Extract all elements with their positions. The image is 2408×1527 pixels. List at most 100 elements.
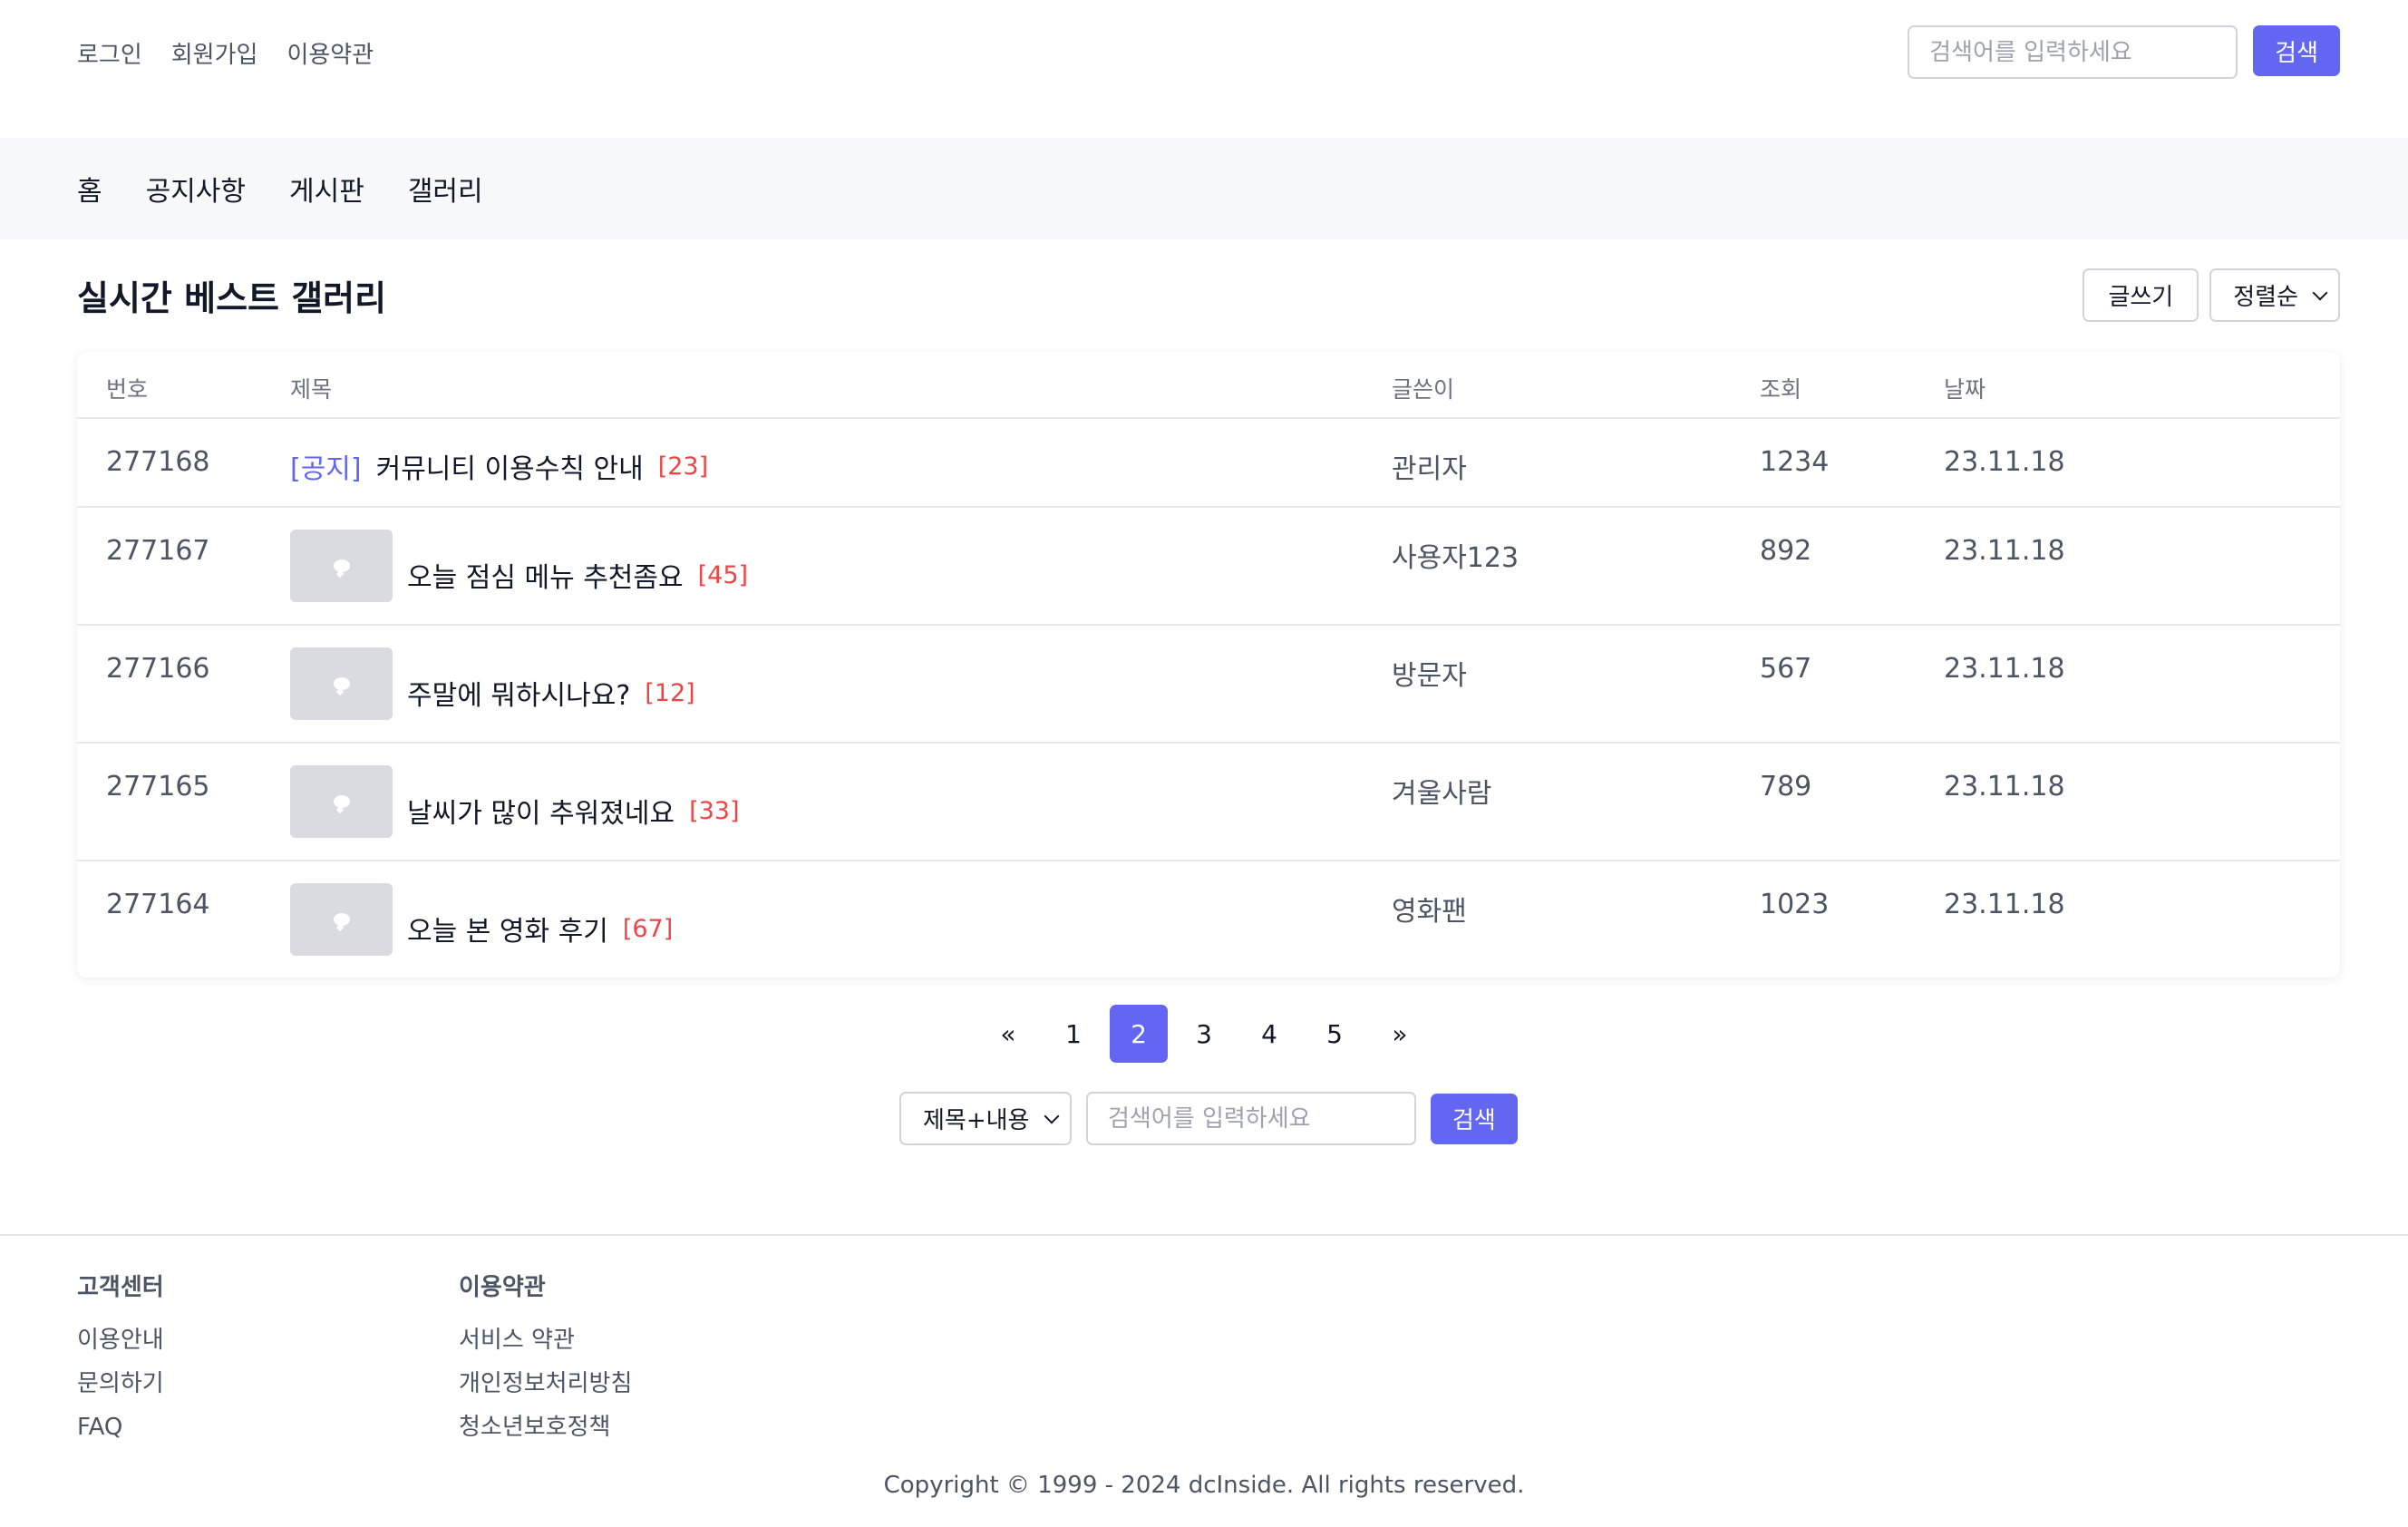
post-date: 23.11.18 bbox=[1944, 535, 2065, 567]
post-author: 영화팬 bbox=[1392, 896, 1467, 928]
header-num: 번호 bbox=[106, 376, 149, 403]
post-date: 23.11.18 bbox=[1944, 653, 2065, 685]
comment-count: [67] bbox=[622, 914, 674, 943]
comment-count: [23] bbox=[657, 452, 709, 481]
board-search: 제목+내용 검색 bbox=[899, 1092, 1518, 1145]
table-row[interactable]: 277164 오늘 본 영화 후기 [67] 영화팬 1023 23.11.18 bbox=[77, 861, 2340, 977]
post-views: 1234 bbox=[1760, 446, 1830, 478]
page-button-1[interactable]: 1 bbox=[1044, 1005, 1102, 1063]
post-views: 1023 bbox=[1760, 889, 1830, 920]
table-row[interactable]: 277167 오늘 점심 메뉴 추천좀요 [45] 사용자123 892 23.… bbox=[77, 508, 2340, 626]
header-views: 조회 bbox=[1760, 376, 1802, 403]
post-views: 892 bbox=[1760, 535, 1812, 567]
header-search: 검색 bbox=[1908, 25, 2340, 79]
top-bar: 로그인 회원가입 이용약관 검색 bbox=[0, 0, 2408, 138]
footer-column-support: 고객센터 이용안내 문의하기 FAQ bbox=[77, 1269, 164, 1449]
pagination: « 1 2 3 4 5 » bbox=[0, 1005, 2408, 1063]
image-placeholder-icon bbox=[333, 559, 350, 572]
page-title: 실시간 베스트 갤러리 bbox=[77, 278, 387, 318]
chevron-down-icon bbox=[2312, 285, 2328, 300]
post-title-cell: 오늘 점심 메뉴 추천좀요 [45] bbox=[290, 530, 748, 602]
sort-select-label: 정렬순 bbox=[2233, 284, 2298, 311]
page-prev-button[interactable]: « bbox=[979, 1005, 1037, 1063]
post-number: 277166 bbox=[106, 653, 210, 685]
footer-link[interactable]: 문의하기 bbox=[77, 1362, 164, 1405]
post-date: 23.11.18 bbox=[1944, 771, 2065, 802]
footer-heading: 이용약관 bbox=[459, 1274, 546, 1301]
table-row[interactable]: 277165 날씨가 많이 추워졌네요 [33] 겨울사람 789 23.11.… bbox=[77, 744, 2340, 861]
table-row[interactable]: 277168 [공지] 커뮤니티 이용수칙 안내 [23] 관리자 1234 2… bbox=[77, 419, 2340, 508]
footer-link[interactable]: FAQ bbox=[77, 1405, 164, 1449]
page-next-button[interactable]: » bbox=[1371, 1005, 1429, 1063]
title-row: 실시간 베스트 갤러리 글쓰기 정렬순 bbox=[0, 239, 2408, 352]
board-search-input[interactable] bbox=[1086, 1092, 1416, 1145]
post-views: 789 bbox=[1760, 771, 1812, 802]
post-number: 277167 bbox=[106, 535, 210, 567]
nav-item-board[interactable]: 게시판 bbox=[289, 169, 364, 209]
comment-count: [12] bbox=[645, 678, 695, 707]
post-thumbnail[interactable] bbox=[290, 647, 393, 720]
post-title-link[interactable]: 오늘 본 영화 후기 bbox=[407, 909, 608, 948]
post-title-cell: 주말에 뭐하시나요? [12] bbox=[290, 647, 695, 720]
table-row[interactable]: 277166 주말에 뭐하시나요? [12] 방문자 567 23.11.18 bbox=[77, 626, 2340, 744]
write-button[interactable]: 글쓰기 bbox=[2083, 268, 2199, 322]
post-author: 관리자 bbox=[1392, 453, 1467, 485]
sort-select[interactable]: 정렬순 bbox=[2209, 268, 2340, 322]
post-thumbnail[interactable] bbox=[290, 530, 393, 602]
title-actions: 글쓰기 정렬순 bbox=[2083, 268, 2340, 322]
post-number: 277164 bbox=[106, 889, 210, 920]
post-thumbnail[interactable] bbox=[290, 765, 393, 838]
top-links: 로그인 회원가입 이용약관 bbox=[77, 36, 374, 70]
header-search-input[interactable] bbox=[1908, 25, 2238, 79]
login-link[interactable]: 로그인 bbox=[77, 36, 142, 70]
signup-link[interactable]: 회원가입 bbox=[171, 36, 258, 70]
footer-link[interactable]: 개인정보처리방침 bbox=[459, 1362, 632, 1405]
header-author: 글쓴이 bbox=[1392, 376, 1455, 403]
header-search-button[interactable]: 검색 bbox=[2253, 25, 2340, 76]
post-title-cell: 오늘 본 영화 후기 [67] bbox=[290, 883, 673, 956]
footer-link[interactable]: 이용안내 bbox=[77, 1318, 164, 1362]
post-views: 567 bbox=[1760, 653, 1812, 685]
nav-item-notice[interactable]: 공지사항 bbox=[146, 169, 246, 209]
post-author: 겨울사람 bbox=[1392, 778, 1492, 810]
search-scope-label: 제목+내용 bbox=[923, 1107, 1030, 1134]
main-nav: 홈 공지사항 게시판 갤러리 bbox=[0, 138, 2408, 239]
header-title: 제목 bbox=[290, 376, 333, 403]
notice-badge: [공지] bbox=[290, 453, 362, 485]
footer: 고객센터 이용안내 문의하기 FAQ 이용약관 서비스 약관 개인정보처리방침 … bbox=[0, 1234, 2408, 1527]
post-author: 방문자 bbox=[1392, 660, 1467, 692]
footer-link[interactable]: 청소년보호정책 bbox=[459, 1405, 632, 1449]
post-title-cell: [공지] 커뮤니티 이용수칙 안내 [23] bbox=[290, 446, 708, 486]
image-placeholder-icon bbox=[333, 795, 350, 808]
table-header: 번호 제목 글쓴이 조회 날짜 bbox=[77, 352, 2340, 419]
comment-count: [45] bbox=[697, 560, 749, 589]
page-button-4[interactable]: 4 bbox=[1240, 1005, 1298, 1063]
image-placeholder-icon bbox=[333, 913, 350, 926]
post-number: 277168 bbox=[106, 446, 210, 478]
nav-item-gallery[interactable]: 갤러리 bbox=[408, 169, 483, 209]
header-date: 날짜 bbox=[1944, 376, 1986, 403]
page-button-3[interactable]: 3 bbox=[1175, 1005, 1233, 1063]
post-date: 23.11.18 bbox=[1944, 889, 2065, 920]
post-title-link[interactable]: 오늘 점심 메뉴 추천좀요 bbox=[407, 555, 684, 595]
terms-link[interactable]: 이용약관 bbox=[286, 36, 374, 70]
page-button-5[interactable]: 5 bbox=[1306, 1005, 1364, 1063]
copyright-text: Copyright © 1999 - 2024 dcInside. All ri… bbox=[883, 1472, 1525, 1499]
post-title-cell: 날씨가 많이 추워졌네요 [33] bbox=[290, 765, 740, 838]
post-title-link[interactable]: 커뮤니티 이용수칙 안내 bbox=[376, 446, 644, 486]
nav-item-home[interactable]: 홈 bbox=[77, 169, 102, 209]
footer-heading: 고객센터 bbox=[77, 1274, 164, 1301]
image-placeholder-icon bbox=[333, 677, 350, 690]
board-search-button[interactable]: 검색 bbox=[1431, 1093, 1518, 1144]
footer-link[interactable]: 서비스 약관 bbox=[459, 1318, 632, 1362]
post-thumbnail[interactable] bbox=[290, 883, 393, 956]
post-title-link[interactable]: 주말에 뭐하시나요? bbox=[407, 673, 630, 713]
search-scope-select[interactable]: 제목+내용 bbox=[899, 1092, 1072, 1145]
post-table: 번호 제목 글쓴이 조회 날짜 277168 [공지] 커뮤니티 이용수칙 안내… bbox=[77, 352, 2340, 977]
post-title-link[interactable]: 날씨가 많이 추워졌네요 bbox=[407, 791, 675, 831]
footer-column-terms: 이용약관 서비스 약관 개인정보처리방침 청소년보호정책 bbox=[459, 1269, 632, 1449]
chevron-down-icon bbox=[1044, 1108, 1060, 1123]
post-date: 23.11.18 bbox=[1944, 446, 2065, 478]
page-button-2-current[interactable]: 2 bbox=[1110, 1005, 1168, 1063]
post-author: 사용자123 bbox=[1392, 542, 1520, 574]
